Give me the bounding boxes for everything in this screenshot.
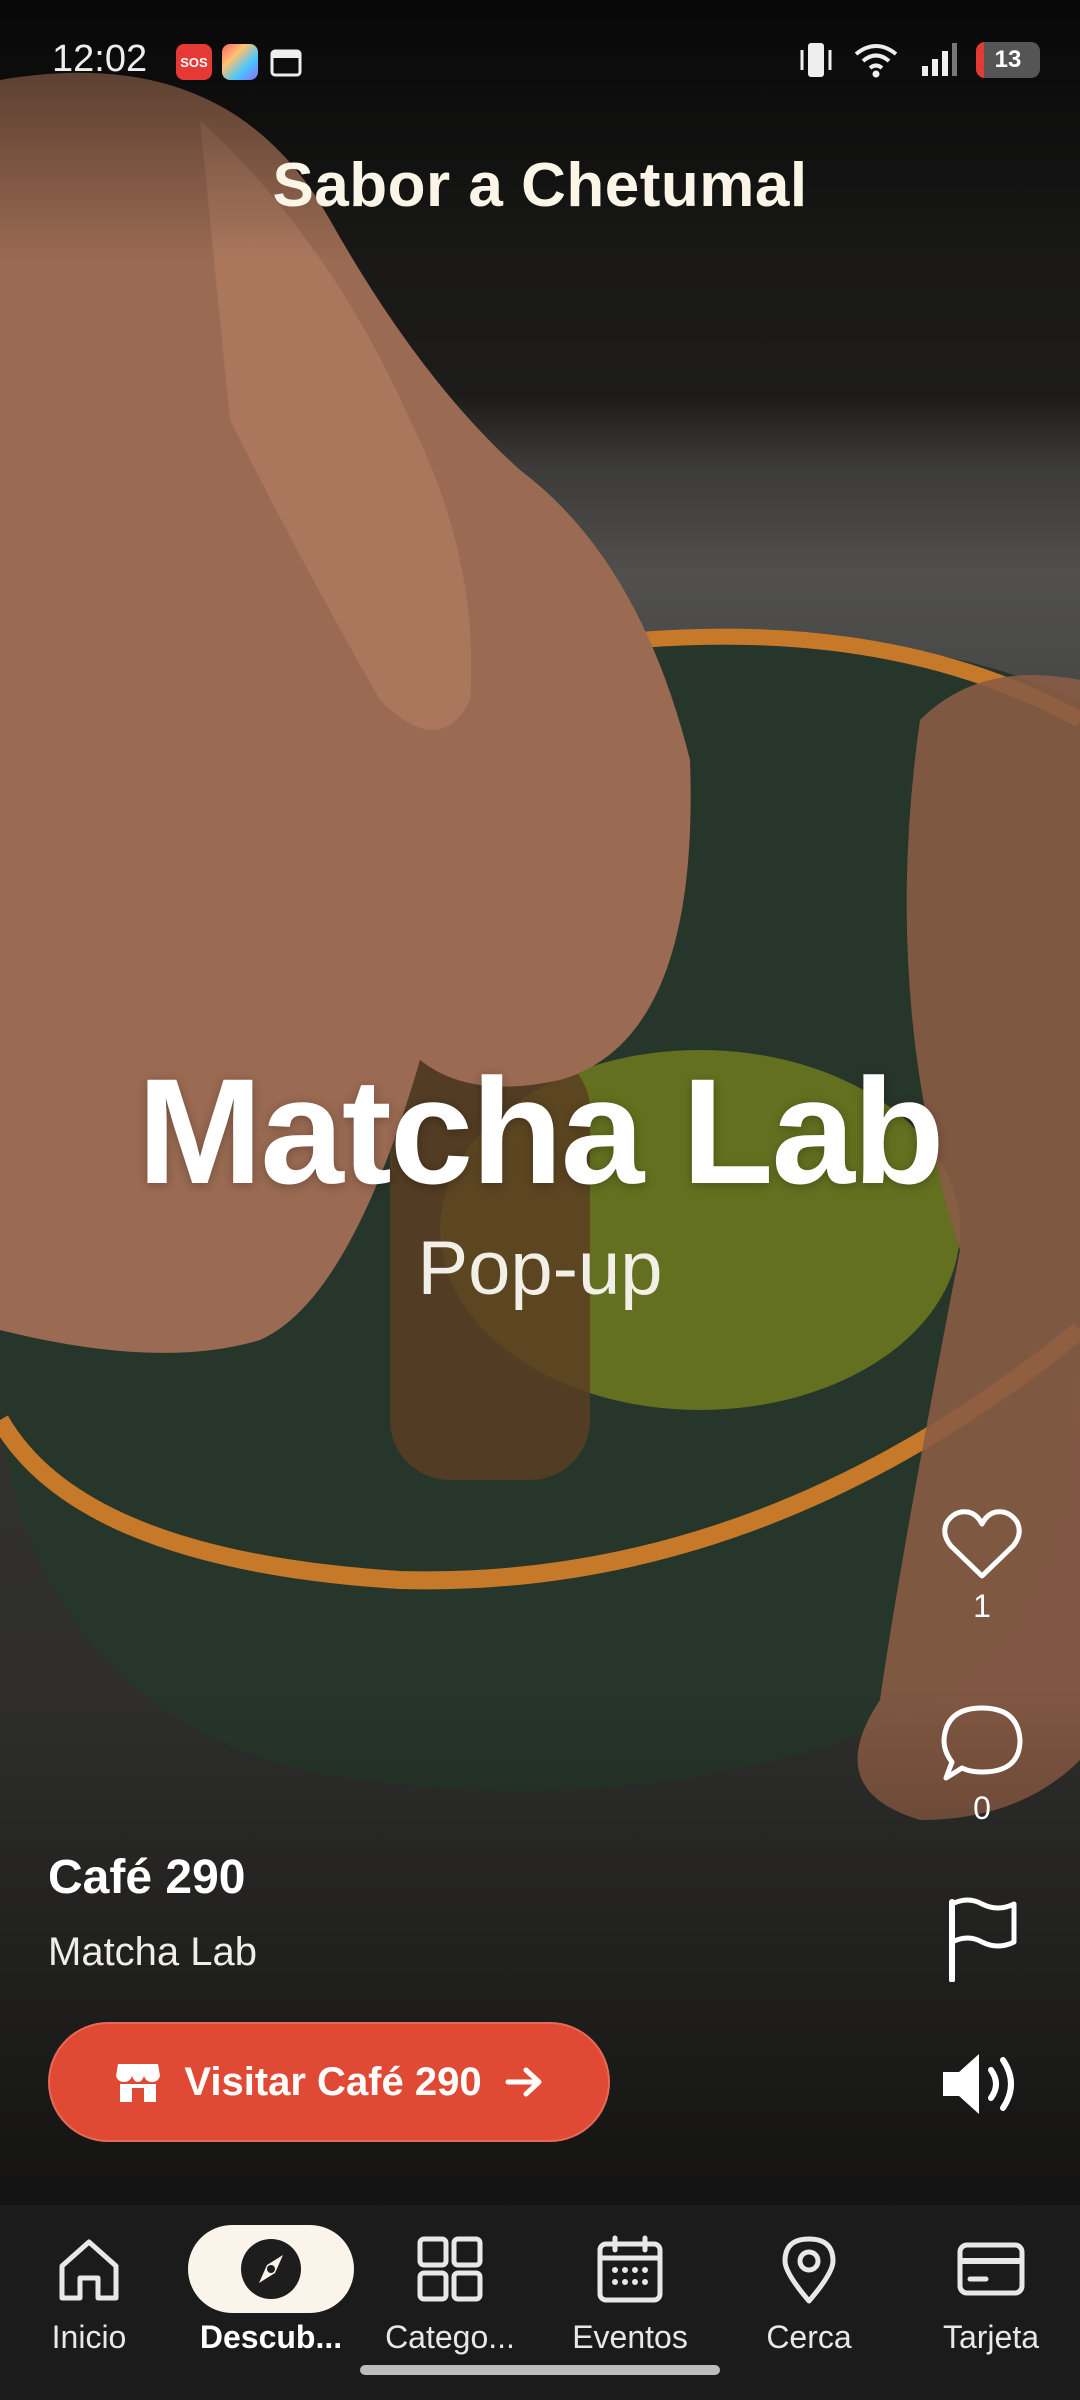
- volume-button[interactable]: [932, 2046, 1032, 2122]
- card-icon: [957, 2242, 1025, 2296]
- nav-item-cerca[interactable]: Cerca: [724, 2225, 894, 2356]
- battery-fill: [976, 42, 985, 78]
- nav-item-inicio[interactable]: Inicio: [4, 2225, 174, 2356]
- calendar-icon: [597, 2235, 663, 2303]
- nav-label-cerca: Cerca: [766, 2319, 852, 2355]
- arrow-right-icon: [505, 2067, 542, 2097]
- status-notification-icons: SOS: [176, 44, 304, 80]
- location-pin-icon: [782, 2236, 836, 2304]
- battery-icon: 13: [976, 42, 1040, 78]
- business-item-name: Matcha Lab: [48, 1930, 258, 1974]
- nav-label-tarjeta: Tarjeta: [942, 2319, 1040, 2355]
- page-title: Sabor a Chetumal: [272, 151, 808, 220]
- home-icon: [59, 2239, 119, 2301]
- nav-label-categorias: Catego...: [385, 2319, 515, 2355]
- visit-business-button[interactable]: Visitar Café 290: [48, 2022, 610, 2142]
- wifi-icon: [854, 44, 898, 78]
- comment-icon: [941, 1705, 1023, 1781]
- volume-icon: [943, 2054, 1014, 2114]
- status-bar: 12:02 SOS 13: [0, 0, 1080, 120]
- video-overlay-title: Matcha Lab: [137, 1047, 944, 1215]
- nav-label-inicio: Inicio: [51, 2319, 127, 2355]
- app-star-icon: [222, 44, 258, 80]
- sos-label: SOS: [180, 54, 208, 70]
- calendar-icon: [268, 44, 304, 80]
- nav-label-eventos: Eventos: [572, 2319, 688, 2355]
- report-button[interactable]: [932, 1896, 1032, 1982]
- visit-button-label: Visitar Café 290: [184, 2059, 482, 2104]
- active-tab-pill: [188, 2225, 354, 2313]
- video-overlay-subtitle: Pop-up: [417, 1226, 663, 1311]
- store-icon: [116, 2064, 161, 2102]
- like-button[interactable]: 1: [932, 1508, 1032, 1625]
- home-indicator[interactable]: [360, 2365, 720, 2375]
- comment-button[interactable]: 0: [932, 1702, 1032, 1827]
- comment-count: 0: [973, 1790, 991, 1826]
- nav-label-descubrir: Descub...: [199, 2319, 343, 2355]
- like-count: 1: [973, 1588, 991, 1624]
- nav-item-descubrir[interactable]: Descub...: [186, 2225, 356, 2356]
- status-system-icons: 13: [798, 40, 1040, 80]
- business-name[interactable]: Café 290: [48, 1850, 245, 1905]
- compass-icon: [241, 2239, 301, 2299]
- heart-icon: [942, 1509, 1022, 1579]
- nav-item-eventos[interactable]: Eventos: [545, 2225, 715, 2356]
- nav-item-tarjeta[interactable]: Tarjeta: [906, 2225, 1076, 2356]
- nav-item-categorias[interactable]: Catego...: [365, 2225, 535, 2356]
- signal-icon: [922, 43, 957, 76]
- flag-icon: [949, 1897, 1017, 1982]
- vibrate-icon: [800, 43, 832, 77]
- battery-level: 13: [994, 46, 1022, 73]
- grid-icon: [417, 2236, 483, 2302]
- sos-icon: SOS: [176, 44, 212, 80]
- status-time: 12:02: [52, 38, 148, 80]
